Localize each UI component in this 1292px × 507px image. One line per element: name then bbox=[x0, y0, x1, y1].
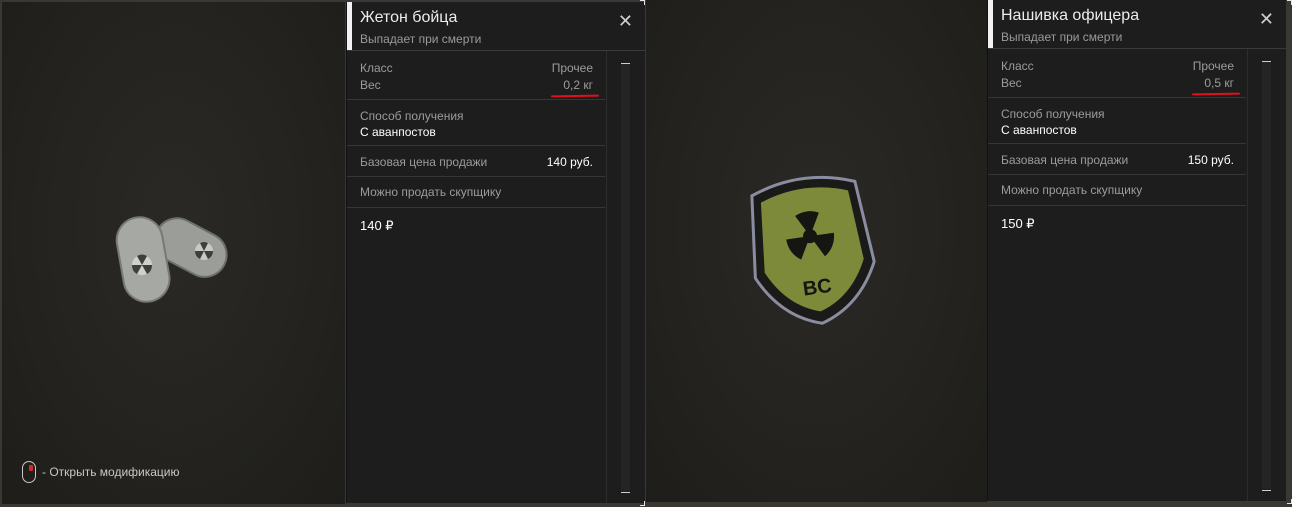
scroll-down-icon[interactable] bbox=[1262, 490, 1271, 491]
svg-text:BC: BC bbox=[801, 275, 833, 301]
base-price-value: 150 руб. bbox=[1187, 153, 1234, 167]
weight-highlight-underline bbox=[1191, 92, 1241, 96]
scroll-up-icon[interactable] bbox=[1262, 61, 1271, 62]
base-price-row: Базовая цена продажи 150 руб. bbox=[988, 144, 1246, 175]
close-icon[interactable]: ✕ bbox=[618, 12, 633, 30]
class-label: Класс bbox=[360, 61, 393, 75]
class-value: Прочее bbox=[1192, 59, 1234, 73]
scrollbar-track[interactable] bbox=[621, 63, 630, 491]
scrollbar[interactable] bbox=[606, 51, 645, 503]
scrollbar-track[interactable] bbox=[1262, 61, 1271, 489]
item-subtitle: Выпадает при смерти bbox=[360, 32, 482, 46]
sellable-row: Можно продать скупщику bbox=[347, 177, 605, 208]
source-value: С аванпостов bbox=[1001, 123, 1077, 137]
corner-bracket bbox=[1287, 499, 1292, 504]
dog-tags-icon bbox=[115, 216, 228, 303]
item-title: Жетон бойца bbox=[360, 9, 458, 26]
item-stats: Класс Вес Прочее 0,5 кг Способ получения… bbox=[988, 49, 1246, 501]
item-stats: Класс Вес Прочее 0,2 кг Способ получения… bbox=[347, 51, 605, 503]
base-price-value: 140 руб. bbox=[546, 155, 593, 169]
weight-value: 0,2 кг bbox=[563, 78, 593, 92]
sellable-label: Можно продать скупщику bbox=[1001, 183, 1143, 197]
base-price-row: Базовая цена продажи 140 руб. bbox=[347, 146, 605, 177]
right-item-header: Нашивка офицера Выпадает при смерти ✕ bbox=[988, 0, 1286, 49]
base-price-label: Базовая цена продажи bbox=[360, 155, 488, 169]
scroll-down-icon[interactable] bbox=[621, 492, 630, 493]
source-row: Способ получения С аванпостов bbox=[988, 98, 1246, 144]
left-item-view: - Открыть модификацию Жетон бойца Выпада… bbox=[0, 0, 646, 507]
source-label: Способ получения bbox=[1001, 107, 1105, 121]
right-item-info-panel: Нашивка офицера Выпадает при смерти ✕ Кл… bbox=[987, 0, 1286, 501]
source-row: Способ получения С аванпостов bbox=[347, 100, 605, 146]
weight-label: Вес bbox=[360, 78, 381, 92]
item-cost: 150 ₽ bbox=[1001, 216, 1035, 231]
item-cost: 140 ₽ bbox=[360, 218, 394, 233]
class-weight-row: Класс Вес Прочее 0,5 кг bbox=[988, 49, 1246, 98]
base-price-label: Базовая цена продажи bbox=[1001, 153, 1129, 167]
class-label: Класс bbox=[1001, 59, 1034, 73]
header-accent-bar bbox=[347, 2, 352, 50]
right-item-view: BC Нашивка офицера Выпадает при смерти ✕… bbox=[646, 0, 1292, 507]
left-item-info-panel: Жетон бойца Выпадает при смерти ✕ Класс … bbox=[346, 2, 645, 503]
item-subtitle: Выпадает при смерти bbox=[1001, 30, 1123, 44]
left-item-preview: - Открыть модификацию bbox=[2, 2, 345, 504]
left-item-header: Жетон бойца Выпадает при смерти ✕ bbox=[347, 2, 645, 51]
header-accent-bar bbox=[988, 0, 993, 48]
corner-bracket bbox=[1287, 0, 1292, 5]
item-title: Нашивка офицера bbox=[1001, 7, 1140, 24]
source-label: Способ получения bbox=[360, 109, 464, 123]
source-value: С аванпостов bbox=[360, 125, 436, 139]
patch-icon: BC bbox=[750, 175, 876, 325]
weight-label: Вес bbox=[1001, 76, 1022, 90]
scrollbar[interactable] bbox=[1247, 49, 1286, 501]
close-icon[interactable]: ✕ bbox=[1259, 10, 1274, 28]
hint-text: - Открыть модификацию bbox=[42, 465, 180, 479]
class-weight-row: Класс Вес Прочее 0,2 кг bbox=[347, 51, 605, 100]
scroll-up-icon[interactable] bbox=[621, 63, 630, 64]
right-item-preview: BC bbox=[646, 0, 987, 502]
sellable-row: Можно продать скупщику bbox=[988, 175, 1246, 206]
corner-bracket bbox=[640, 501, 645, 506]
class-value: Прочее bbox=[551, 61, 593, 75]
sellable-label: Можно продать скупщику bbox=[360, 185, 502, 199]
mouse-icon bbox=[22, 461, 36, 483]
weight-value: 0,5 кг bbox=[1204, 76, 1234, 90]
weight-highlight-underline bbox=[550, 94, 600, 98]
corner-bracket bbox=[640, 0, 645, 5]
